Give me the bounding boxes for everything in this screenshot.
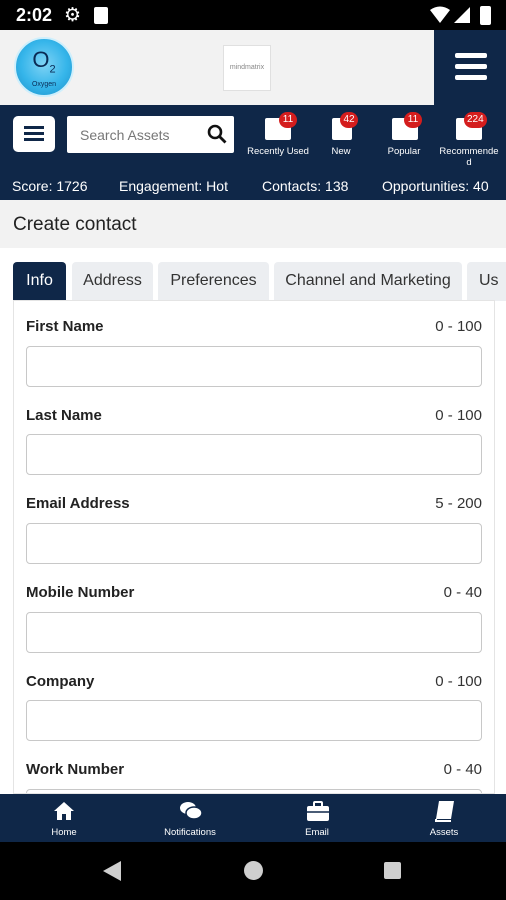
last-name-label: Last Name bbox=[26, 407, 102, 424]
page-title-bar: Create contact bbox=[0, 200, 506, 248]
tab-preferences[interactable]: Preferences bbox=[158, 262, 269, 301]
first-name-label: First Name bbox=[26, 318, 104, 335]
email-address-label: Email Address bbox=[26, 495, 130, 512]
partner-logo: mindmatrix bbox=[223, 45, 271, 91]
page-title: Create contact bbox=[13, 214, 137, 235]
stats-bar: Score: 1726 Engagement: Hot Contacts: 13… bbox=[0, 173, 506, 200]
recommended-button[interactable]: 224 Recommended bbox=[436, 110, 506, 170]
new-button[interactable]: 42 New bbox=[306, 110, 376, 170]
list-view-button[interactable] bbox=[13, 116, 55, 152]
nav-assets[interactable]: Assets bbox=[399, 794, 489, 842]
chat-bubbles-icon bbox=[180, 802, 203, 820]
hamburger-icon bbox=[455, 53, 487, 58]
first-name-range: 0 - 100 bbox=[435, 318, 482, 335]
first-name-field[interactable] bbox=[26, 346, 482, 387]
new-label: New bbox=[331, 146, 351, 157]
gear-icon: ⚙ bbox=[64, 5, 82, 26]
recently-used-badge: 11 bbox=[279, 112, 297, 128]
recently-used-label: Recently Used bbox=[247, 146, 309, 157]
recent-apps-icon[interactable] bbox=[384, 862, 401, 879]
signal-icon bbox=[454, 7, 470, 23]
search-input[interactable] bbox=[67, 116, 207, 153]
nav-home[interactable]: Home bbox=[19, 794, 109, 842]
nav-assets-label: Assets bbox=[429, 827, 459, 838]
bottom-navigation: Home Notifications Email Assets bbox=[0, 794, 506, 842]
home-circle-icon[interactable] bbox=[244, 861, 263, 880]
tab-channel-and-marketing[interactable]: Channel and Marketing bbox=[274, 262, 462, 301]
company-label: Company bbox=[26, 673, 95, 690]
popular-label: Popular bbox=[387, 146, 421, 157]
status-bar: 2:02 ⚙ bbox=[0, 0, 506, 30]
wifi-icon bbox=[430, 6, 450, 23]
new-badge: 42 bbox=[340, 112, 358, 128]
contacts-stat: Contacts: 138 bbox=[262, 178, 349, 194]
mobile-number-range: 0 - 40 bbox=[443, 584, 482, 601]
tab-user[interactable]: Us bbox=[467, 262, 506, 301]
work-number-label: Work Number bbox=[26, 761, 125, 778]
recommended-label: Recommended bbox=[439, 146, 499, 168]
search-box bbox=[67, 116, 234, 153]
tab-bar: Info Address Preferences Channel and Mar… bbox=[0, 262, 506, 302]
tab-address[interactable]: Address bbox=[72, 262, 153, 301]
nav-email-label: Email bbox=[305, 827, 329, 838]
mobile-number-field[interactable] bbox=[26, 612, 482, 653]
tab-info[interactable]: Info bbox=[13, 262, 66, 301]
logo-caption: Oxygen bbox=[31, 81, 57, 89]
system-navigation-bar bbox=[0, 842, 506, 900]
company-range: 0 - 100 bbox=[435, 673, 482, 690]
last-name-field[interactable] bbox=[26, 434, 482, 475]
recently-used-button[interactable]: 11 Recently Used bbox=[243, 110, 313, 170]
app-logo[interactable]: O2 Oxygen bbox=[14, 37, 74, 97]
battery-icon bbox=[480, 6, 491, 25]
nav-notifications-label: Notifications bbox=[164, 827, 216, 838]
opportunities-stat: Opportunities: 40 bbox=[382, 178, 489, 194]
home-icon bbox=[54, 802, 74, 820]
work-number-range: 0 - 40 bbox=[443, 761, 482, 778]
sd-card-icon bbox=[94, 7, 108, 24]
popular-badge: 11 bbox=[404, 112, 422, 128]
back-icon[interactable] bbox=[102, 860, 122, 882]
company-field[interactable] bbox=[26, 700, 482, 741]
recommended-badge: 224 bbox=[464, 112, 487, 128]
nav-email[interactable]: Email bbox=[272, 794, 362, 842]
nav-notifications[interactable]: Notifications bbox=[145, 794, 235, 842]
logo-letter: O bbox=[32, 47, 50, 72]
email-address-field[interactable] bbox=[26, 523, 482, 564]
status-time: 2:02 bbox=[16, 5, 53, 25]
popular-button[interactable]: 11 Popular bbox=[369, 110, 439, 170]
email-address-range: 5 - 200 bbox=[435, 495, 482, 512]
list-icon bbox=[24, 126, 44, 129]
last-name-range: 0 - 100 bbox=[435, 407, 482, 424]
briefcase-icon bbox=[307, 801, 329, 821]
mobile-number-label: Mobile Number bbox=[26, 584, 135, 601]
search-icon[interactable] bbox=[207, 124, 227, 144]
book-icon bbox=[435, 801, 454, 822]
hamburger-menu-button[interactable] bbox=[434, 30, 506, 105]
contact-form: First Name 0 - 100 Last Name 0 - 100 Ema… bbox=[13, 300, 495, 794]
engagement-stat: Engagement: Hot bbox=[119, 178, 228, 194]
score-stat: Score: 1726 bbox=[12, 178, 88, 194]
logo-subscript: 2 bbox=[49, 63, 56, 76]
nav-home-label: Home bbox=[51, 827, 77, 838]
